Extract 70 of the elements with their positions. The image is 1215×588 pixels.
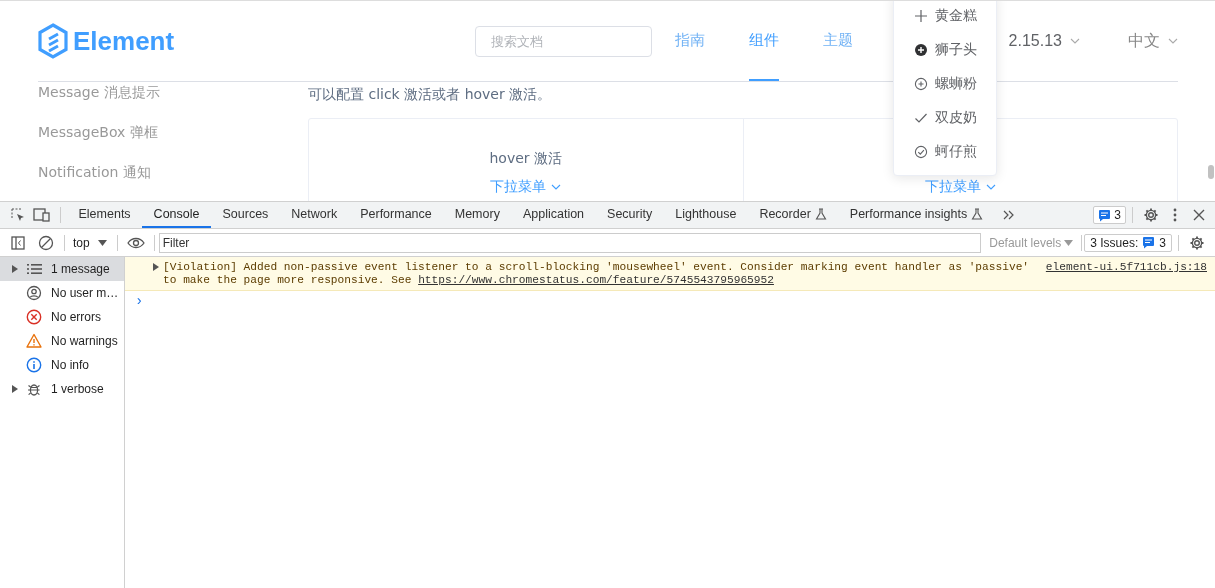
check-circle-icon <box>914 145 928 159</box>
demo-title: hover 激活 <box>489 150 562 168</box>
issues-button[interactable]: 3 Issues: 3 <box>1084 233 1172 252</box>
devtools-tab[interactable]: Network <box>279 202 349 228</box>
description-text: 可以配置 click 激活或者 hover 激活。 <box>308 86 552 104</box>
eye-icon <box>126 236 145 249</box>
issues-badge[interactable]: 3 <box>1093 206 1126 224</box>
filter-sidebar-item[interactable]: No warnings <box>0 329 124 353</box>
devtools-tab[interactable]: Performance <box>348 202 444 228</box>
kebab-icon <box>1173 208 1177 222</box>
url-link[interactable]: https://www.chromestatus.com/feature/5745543795965952 <box>418 274 774 286</box>
devtools-tab[interactable]: Application <box>511 202 596 228</box>
menu-item[interactable]: 双皮奶 <box>894 101 996 135</box>
devtools-tab[interactable]: Recorder <box>747 202 839 228</box>
settings-icon <box>1143 207 1159 223</box>
scrollbar-thumb[interactable] <box>1208 165 1214 179</box>
plus-circle-icon <box>914 77 928 91</box>
dropdown-triangle-icon <box>97 239 107 246</box>
warning-icon <box>26 333 42 349</box>
hexagon-logo-icon <box>38 23 68 59</box>
devtools-tab[interactable]: Lighthouse <box>663 202 748 228</box>
list-icon <box>26 261 42 277</box>
message-icon <box>1098 208 1112 222</box>
check-icon <box>914 111 928 125</box>
error-icon <box>26 309 42 325</box>
user-icon <box>26 285 42 301</box>
info-icon <box>26 357 42 373</box>
dropdown-triangle-icon <box>1064 239 1074 246</box>
chevron-down-icon <box>1168 38 1178 44</box>
devtools-tab[interactable]: Memory <box>443 202 512 228</box>
expand-arrow-icon <box>12 265 18 273</box>
menu-item[interactable]: 黄金糕 <box>894 1 996 33</box>
plus-icon <box>914 9 928 23</box>
menu-item[interactable]: 狮子头 <box>894 33 996 67</box>
console-prompt[interactable]: › <box>125 291 144 309</box>
filter-sidebar-item[interactable]: No user m… <box>0 281 124 305</box>
flask-icon <box>971 208 984 220</box>
expand-arrow-icon <box>153 263 159 271</box>
context-selector[interactable]: top <box>71 235 111 250</box>
close-icon <box>1193 209 1205 221</box>
message-text: [Violation] Added non-passive event listener to a scroll-blocking 'mousewheel' event. Consider marking event handler as 'passive' to make the page more responsive. See https://www.chromestatus.com/feature/5745543795965952 <box>163 261 1031 287</box>
version-selector[interactable]: 2.15.13 <box>1008 32 1062 50</box>
bug-icon <box>26 381 42 397</box>
devtools-tab[interactable]: Elements <box>67 202 143 228</box>
devtools-tab[interactable]: Performance insights <box>838 202 995 228</box>
language-selector[interactable]: 中文 <box>1128 30 1160 52</box>
chevron-down-icon <box>1070 38 1080 44</box>
filter-field[interactable]: Filter <box>158 232 982 253</box>
message-icon <box>1142 236 1156 249</box>
inspect-icon <box>10 207 26 223</box>
flask-icon <box>814 208 827 220</box>
search-field[interactable]: 搜索文档 <box>474 25 652 57</box>
double-chevron-icon <box>1001 209 1016 221</box>
chevron-down-icon <box>551 184 562 190</box>
block-icon <box>38 234 54 251</box>
device-icon <box>33 207 51 223</box>
sidebar-icon <box>11 235 25 250</box>
filter-sidebar-item[interactable]: No info <box>0 353 124 377</box>
filter-sidebar-item[interactable]: 1 message <box>0 257 124 281</box>
menu-item[interactable]: 螺蛳粉 <box>894 67 996 101</box>
filter-sidebar-item[interactable]: 1 verbose <box>0 377 124 401</box>
filter-sidebar-item[interactable]: No errors <box>0 305 124 329</box>
devtools-tab[interactable]: Security <box>595 202 664 228</box>
devtools-tab[interactable]: Sources <box>211 202 280 228</box>
plus-circle-icon <box>914 43 928 57</box>
source-link[interactable]: element-ui.5f711cb.js:18 <box>1045 261 1207 274</box>
menu-item[interactable]: 蚵仔煎 <box>894 135 996 169</box>
chevron-down-icon <box>985 184 996 190</box>
settings-icon <box>1189 234 1205 251</box>
expand-arrow-icon <box>12 385 18 393</box>
